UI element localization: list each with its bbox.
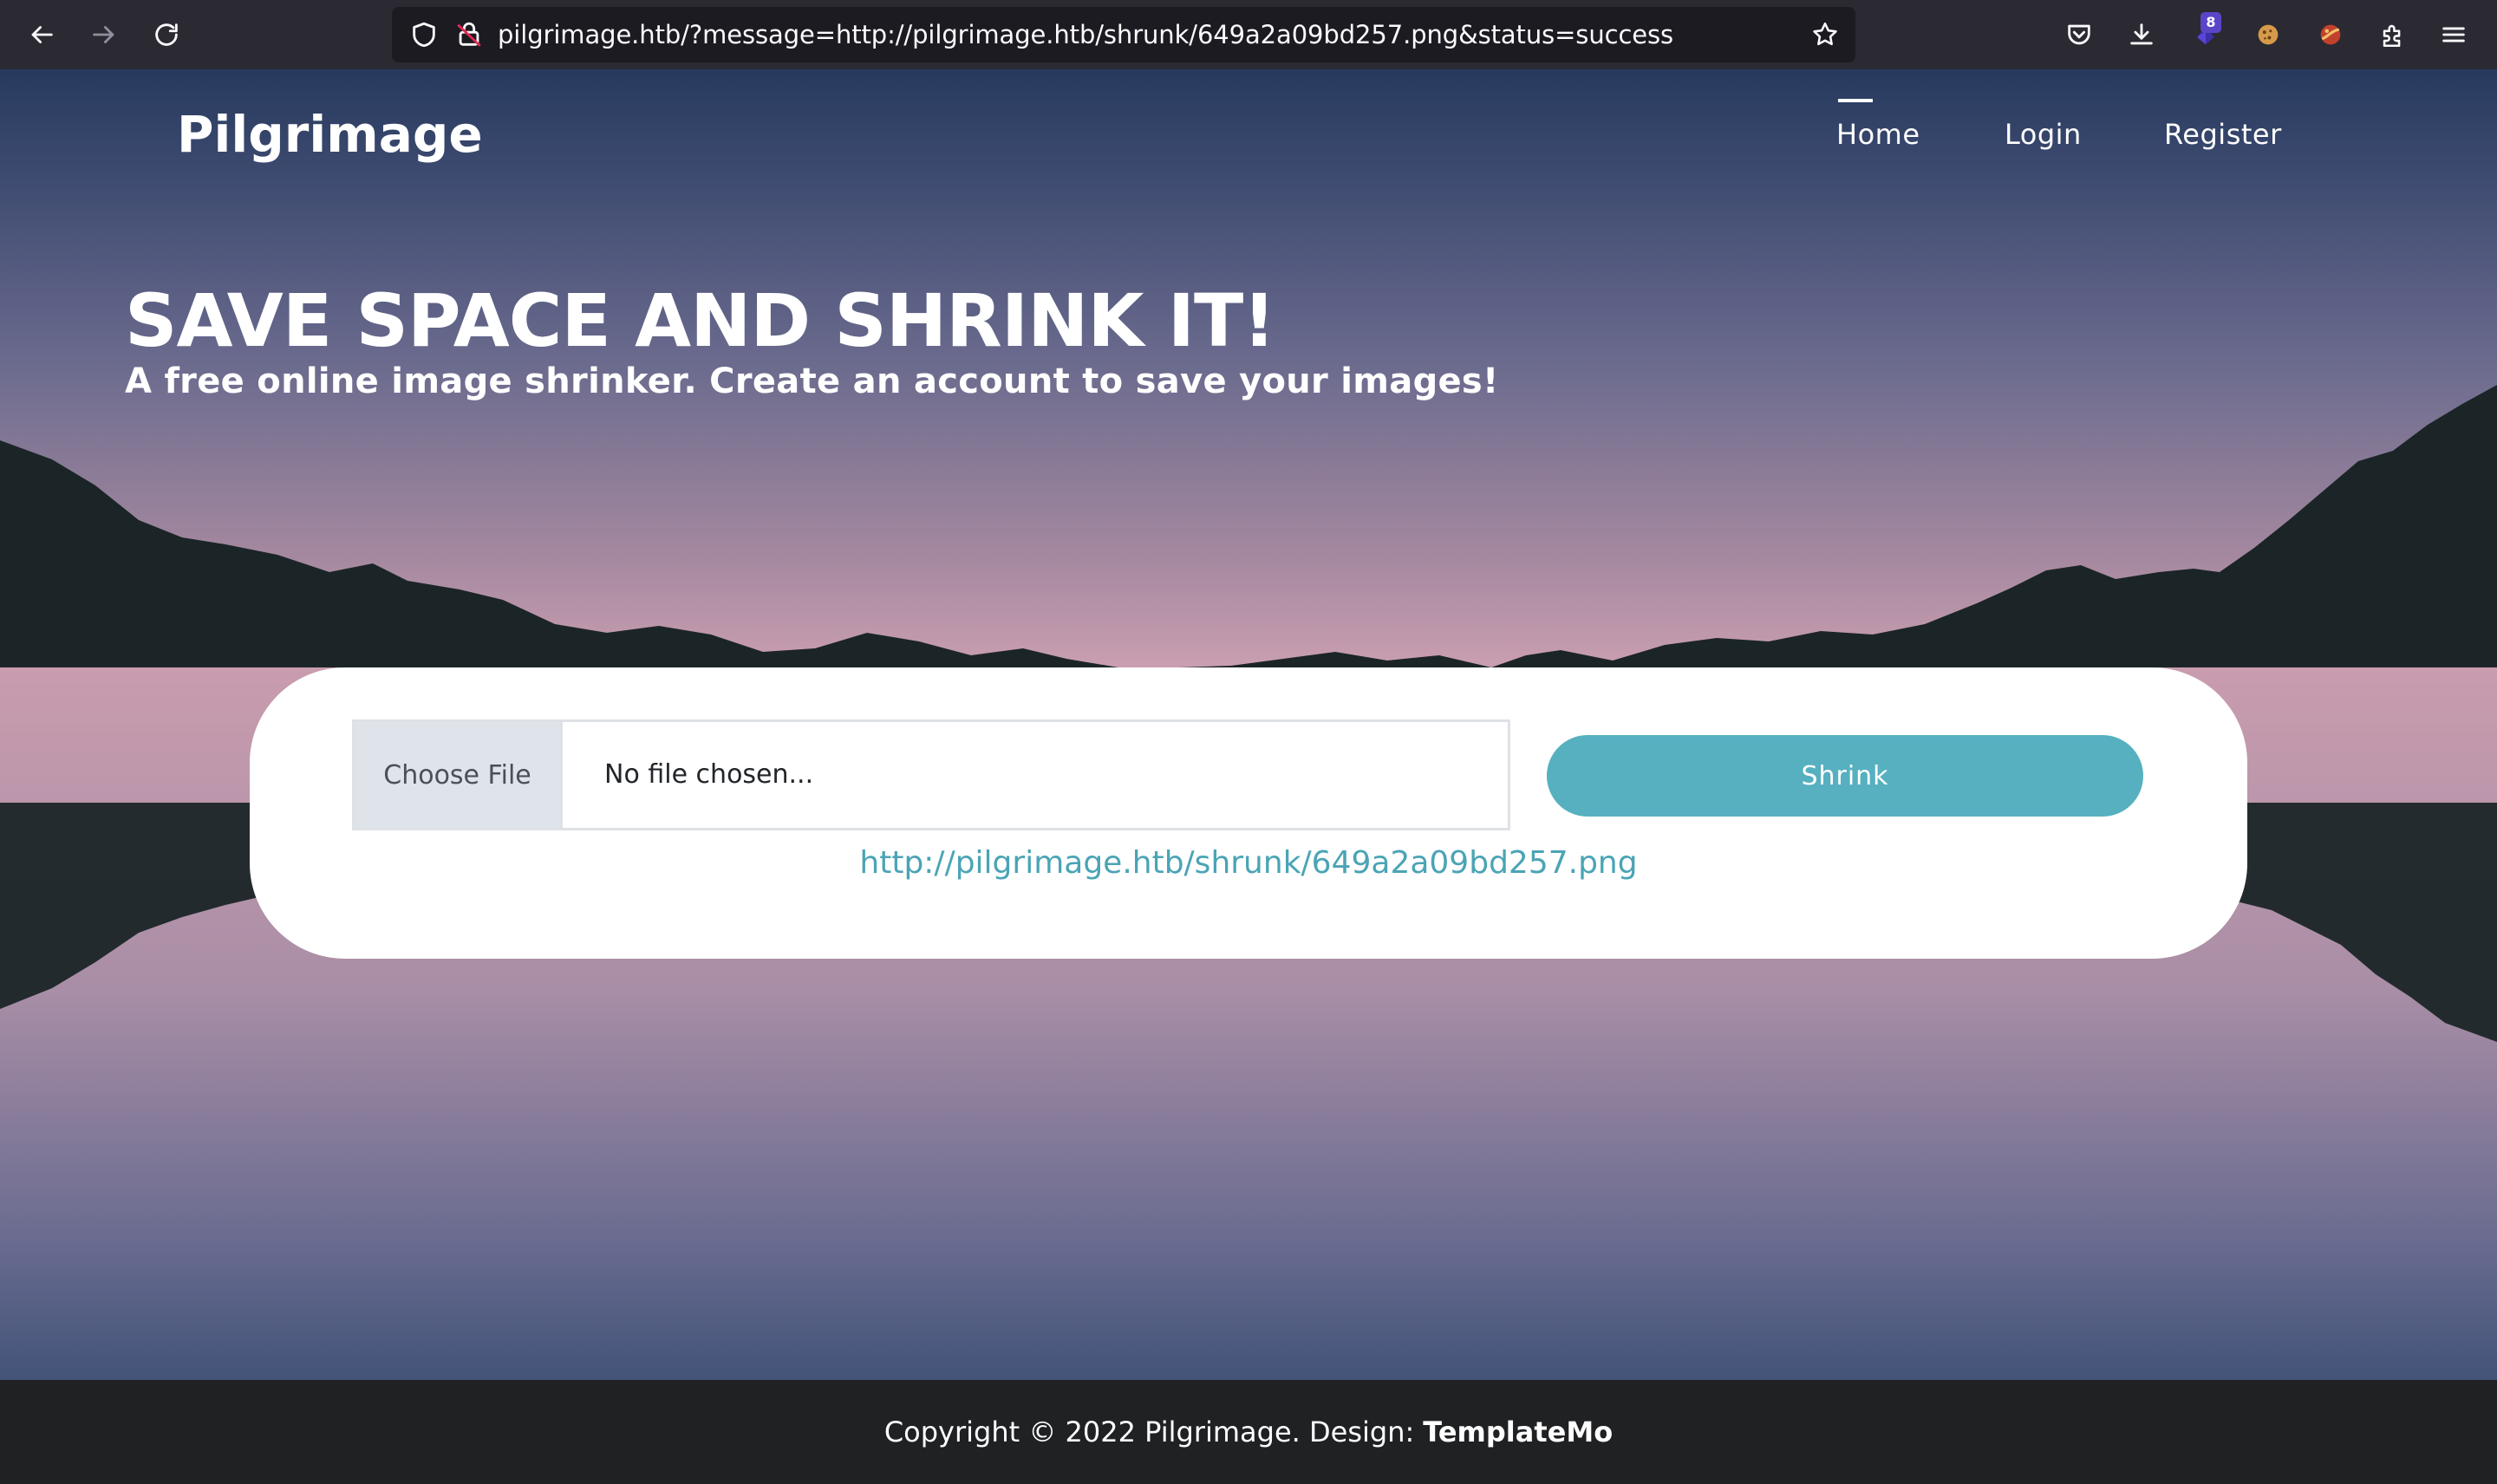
upload-card: Choose File No file chosen... Shrink htt…	[250, 667, 2247, 959]
bookmark-star-icon[interactable]	[1810, 20, 1840, 49]
pocket-icon	[2068, 24, 2090, 45]
shrunk-image-link-row: http://pilgrimage.htb/shrunk/649a2a09bd2…	[250, 837, 2247, 889]
extension-button-2[interactable]	[2305, 9, 2357, 61]
shrunk-image-link[interactable]: http://pilgrimage.htb/shrunk/649a2a09bd2…	[859, 845, 1637, 881]
nav-login[interactable]: Login	[2005, 104, 2082, 165]
hero-title: SAVE SPACE AND SHRINK IT!	[125, 278, 1276, 363]
extensions-puzzle-icon	[2383, 24, 2401, 48]
back-icon	[31, 26, 53, 43]
footer-copyright: Copyright © 2022 Pilgrimage. Design:	[883, 1416, 1415, 1448]
file-status-text: No file chosen...	[604, 759, 814, 790]
nav-home[interactable]: Home	[1836, 104, 1920, 165]
cookie-extension-button[interactable]	[2242, 9, 2294, 61]
site-logo[interactable]: Pilgrimage	[177, 94, 483, 175]
forward-icon	[93, 26, 114, 43]
menu-button[interactable]	[2428, 9, 2480, 61]
hero-subtitle: A free online image shrinker. Create an …	[125, 361, 1499, 401]
url-text[interactable]: pilgrimage.htb/?message=http://pilgrimag…	[498, 7, 1673, 62]
downloads-button[interactable]	[2116, 9, 2168, 61]
pocket-button[interactable]	[2053, 9, 2105, 61]
forward-button[interactable]	[78, 9, 130, 61]
reload-icon	[155, 23, 178, 46]
download-icon	[2130, 23, 2153, 45]
shrink-button[interactable]: Shrink	[1547, 735, 2143, 817]
extension-icon	[2320, 24, 2341, 45]
file-input[interactable]: Choose File No file chosen...	[352, 719, 1510, 830]
nav-register[interactable]: Register	[2164, 104, 2282, 165]
address-bar[interactable]: pilgrimage.htb/?message=http://pilgrimag…	[392, 7, 1855, 62]
insecure-lock-icon[interactable]	[454, 20, 484, 49]
nav-active-indicator	[1838, 99, 1873, 102]
extension-badge: 8	[2200, 12, 2221, 33]
reload-button[interactable]	[140, 9, 192, 61]
site-footer: Copyright © 2022 Pilgrimage. Design: Tem…	[0, 1380, 2497, 1484]
shield-icon[interactable]	[409, 20, 439, 49]
extensions-button[interactable]	[2367, 9, 2419, 61]
browser-toolbar: pilgrimage.htb/?message=http://pilgrimag…	[0, 0, 2497, 69]
footer-credit-link[interactable]: TemplateMo	[1423, 1416, 1613, 1448]
choose-file-button[interactable]: Choose File	[355, 722, 563, 828]
back-button[interactable]	[16, 9, 68, 61]
menu-icon	[2442, 27, 2465, 42]
cookie-icon	[2258, 24, 2279, 45]
page-content: Pilgrimage Home Login Register SAVE SPAC…	[0, 69, 2497, 1380]
